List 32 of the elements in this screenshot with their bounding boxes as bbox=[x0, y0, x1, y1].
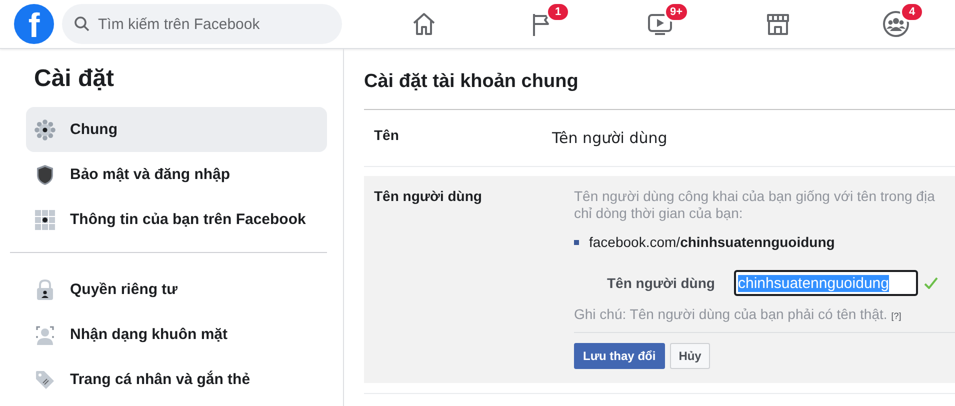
setting-value: Tên người dùng bbox=[552, 129, 668, 147]
sidebar-item[interactable]: Thông tin của bạn trên Facebook bbox=[26, 197, 327, 242]
sidebar-item[interactable]: Bảo mật và đăng nhập bbox=[26, 152, 327, 197]
search-field[interactable]: Tìm kiếm trên Facebook bbox=[62, 4, 342, 44]
cancel-button[interactable]: Hủy bbox=[670, 343, 710, 369]
grid-icon bbox=[34, 208, 56, 230]
notification-badge: 9+ bbox=[664, 2, 689, 22]
notification-badge: 1 bbox=[546, 2, 570, 22]
profile-url: facebook.com/chinhsuatennguoidung bbox=[589, 234, 835, 250]
help-link[interactable]: [?] bbox=[891, 311, 902, 321]
sidebar-item[interactable]: Nhận dạng khuôn mặt bbox=[26, 312, 327, 357]
save-button[interactable]: Lưu thay đổi bbox=[574, 343, 665, 369]
gear-icon bbox=[34, 118, 56, 140]
shield-icon bbox=[34, 164, 56, 186]
face-scan-icon bbox=[34, 324, 56, 346]
description-text: chỉ dòng thời gian của bạn: bbox=[574, 205, 744, 222]
sidebar-item[interactable]: Chung bbox=[26, 107, 327, 152]
note-text: Ghi chú: Tên người dùng của bạn phải có tên thật. bbox=[574, 306, 888, 322]
field-label: Tên người dùng bbox=[607, 275, 716, 291]
lock-icon bbox=[34, 278, 56, 300]
groups-icon[interactable] bbox=[882, 10, 910, 38]
sidebar-item[interactable]: Quyền riêng tư bbox=[26, 267, 327, 312]
logo[interactable]: f bbox=[14, 4, 54, 44]
setting-label: Tên bbox=[373, 127, 400, 143]
setting-label: Tên người dùng bbox=[373, 188, 483, 204]
description-text: Tên người dùng công khai của bạn giống với tên trong địa bbox=[574, 188, 936, 205]
page-title: Cài đặt tài khoản chung bbox=[364, 71, 955, 110]
sidebar-item[interactable]: Trang cá nhân và gắn thẻ bbox=[26, 357, 327, 402]
bullet-icon bbox=[574, 240, 579, 244]
tag-icon bbox=[34, 368, 56, 390]
sidebar-title: Cài đặt bbox=[34, 65, 116, 93]
notification-badge: 4 bbox=[900, 2, 924, 22]
